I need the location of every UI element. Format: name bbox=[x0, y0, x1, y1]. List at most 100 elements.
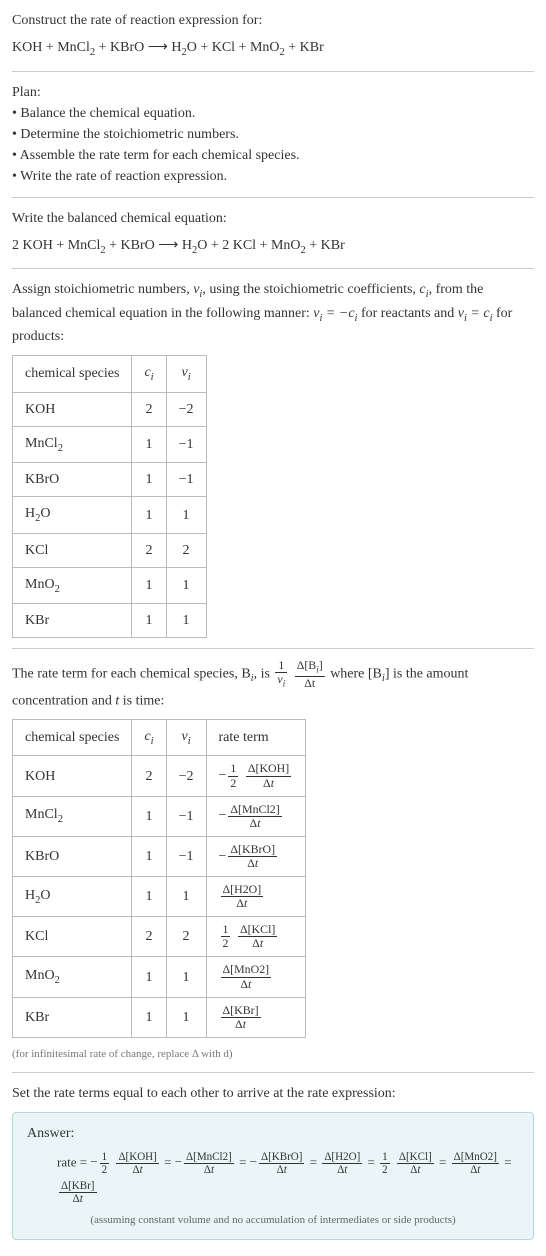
table-row: H2O11 bbox=[13, 497, 207, 534]
table-row: MnCl21−1 bbox=[13, 426, 207, 463]
answer-label: Answer: bbox=[27, 1123, 519, 1144]
eq-part: + KBr bbox=[306, 238, 345, 253]
sub-i: i bbox=[283, 679, 285, 689]
table-row: KBr11Δ[KBr]Δt bbox=[13, 997, 306, 1037]
col-c: ci bbox=[132, 356, 166, 393]
cell-nu: −1 bbox=[166, 836, 206, 876]
cell-c: 2 bbox=[132, 533, 166, 567]
sub-i: i bbox=[151, 736, 154, 747]
table-row: KOH2−2−12 Δ[KOH]Δt bbox=[13, 756, 306, 796]
table-row: MnO211 bbox=[13, 567, 207, 604]
table-row: KBrO1−1 bbox=[13, 463, 207, 497]
col-c: ci bbox=[132, 719, 166, 756]
divider bbox=[12, 197, 534, 198]
eq-part: + KBrO ⟶ H bbox=[106, 238, 192, 253]
plan-section: Plan: Balance the chemical equation. Det… bbox=[12, 82, 534, 187]
sub-i: i bbox=[188, 372, 191, 383]
cell-rate: 12 Δ[KCl]Δt bbox=[206, 917, 306, 957]
cell-c: 1 bbox=[132, 957, 166, 997]
cell-c: 1 bbox=[132, 463, 166, 497]
divider bbox=[12, 1072, 534, 1073]
cell-nu: 2 bbox=[166, 917, 206, 957]
cell-species: KOH bbox=[13, 756, 132, 796]
txt: is time: bbox=[119, 693, 164, 708]
cell-c: 1 bbox=[132, 796, 166, 836]
cell-nu: −1 bbox=[166, 796, 206, 836]
table-row: MnCl21−1−Δ[MnCl2]Δt bbox=[13, 796, 306, 836]
num: 1 bbox=[275, 659, 287, 673]
cell-rate: Δ[H2O]Δt bbox=[206, 877, 306, 917]
rel1: νi = −ci bbox=[313, 306, 357, 321]
cell-nu: 1 bbox=[166, 957, 206, 997]
cell-rate: Δ[KBr]Δt bbox=[206, 997, 306, 1037]
table-row: H2O11Δ[H2O]Δt bbox=[13, 877, 306, 917]
intro-equation: KOH + MnCl2 + KBrO ⟶ H2O + KCl + MnO2 + … bbox=[12, 37, 534, 61]
table-row: MnO211Δ[MnO2]Δt bbox=[13, 957, 306, 997]
table-header-row: chemical species ci νi rate term bbox=[13, 719, 306, 756]
final-heading: Set the rate terms equal to each other t… bbox=[12, 1083, 534, 1104]
den: νi bbox=[275, 673, 287, 689]
cell-nu: −1 bbox=[166, 426, 206, 463]
cell-nu: −1 bbox=[166, 463, 206, 497]
cell-species: KBr bbox=[13, 604, 132, 638]
sym: = −c bbox=[322, 306, 354, 321]
col-species: chemical species bbox=[13, 719, 132, 756]
txt: , is bbox=[254, 667, 274, 682]
txt: for reactants and bbox=[357, 306, 457, 321]
final-section: Set the rate terms equal to each other t… bbox=[12, 1083, 534, 1239]
cell-species: MnO2 bbox=[13, 957, 132, 997]
txt: where [B bbox=[330, 667, 382, 682]
cell-species: KBrO bbox=[13, 836, 132, 876]
num: Δ[Bi] bbox=[295, 659, 325, 676]
col-species: chemical species bbox=[13, 356, 132, 393]
cell-species: KCl bbox=[13, 533, 132, 567]
den: Δt bbox=[295, 677, 325, 690]
sym: = c bbox=[467, 306, 490, 321]
table-row: KCl22 bbox=[13, 533, 207, 567]
txt: ] bbox=[319, 658, 323, 672]
cell-nu: 1 bbox=[166, 497, 206, 534]
cell-nu: −2 bbox=[166, 756, 206, 796]
c-i: ci bbox=[419, 282, 428, 297]
frac-1-over-nu: 1νi bbox=[275, 659, 287, 689]
frac-dB-dt: Δ[Bi]Δt bbox=[295, 659, 325, 689]
cell-c: 1 bbox=[132, 497, 166, 534]
balanced-heading: Write the balanced chemical equation: bbox=[12, 208, 534, 229]
txt: , using the stoichiometric coefficients, bbox=[202, 282, 419, 297]
cell-nu: 1 bbox=[166, 997, 206, 1037]
cell-species: MnCl2 bbox=[13, 796, 132, 836]
table-row: KCl2212 Δ[KCl]Δt bbox=[13, 917, 306, 957]
cell-nu: 1 bbox=[166, 877, 206, 917]
col-nu: νi bbox=[166, 356, 206, 393]
table-row: KOH2−2 bbox=[13, 392, 207, 426]
rateterm-section: The rate term for each chemical species,… bbox=[12, 659, 534, 1062]
table-row: KBr11 bbox=[13, 604, 207, 638]
cell-species: KCl bbox=[13, 917, 132, 957]
cell-c: 2 bbox=[132, 392, 166, 426]
eq-part: + KBrO ⟶ H bbox=[95, 40, 181, 55]
divider bbox=[12, 268, 534, 269]
rateterm-text: The rate term for each chemical species,… bbox=[12, 659, 534, 711]
eq-part: 2 KOH + MnCl bbox=[12, 238, 100, 253]
cell-c: 1 bbox=[132, 997, 166, 1037]
cell-c: 1 bbox=[132, 604, 166, 638]
txt: The rate term for each chemical species,… bbox=[12, 667, 251, 682]
cell-species: KBrO bbox=[13, 463, 132, 497]
divider bbox=[12, 648, 534, 649]
col-rate: rate term bbox=[206, 719, 306, 756]
cell-c: 1 bbox=[132, 567, 166, 604]
cell-nu: 2 bbox=[166, 533, 206, 567]
cell-species: KOH bbox=[13, 392, 132, 426]
txt: Assign stoichiometric numbers, bbox=[12, 282, 193, 297]
stoich-text: Assign stoichiometric numbers, νi, using… bbox=[12, 279, 534, 347]
rate-expression: rate = −12 Δ[KOH]Δt = −Δ[MnCl2]Δt = −Δ[K… bbox=[27, 1148, 519, 1206]
divider bbox=[12, 71, 534, 72]
stoich-section: Assign stoichiometric numbers, νi , using… bbox=[12, 279, 534, 638]
cell-rate: −Δ[MnCl2]Δt bbox=[206, 796, 306, 836]
cell-c: 1 bbox=[132, 877, 166, 917]
eq-part: + KBr bbox=[285, 40, 324, 55]
rateterm-footnote: (for infinitesimal rate of change, repla… bbox=[12, 1046, 534, 1063]
eq-part: O + KCl + MnO bbox=[187, 40, 280, 55]
balanced-section: Write the balanced chemical equation: 2 … bbox=[12, 208, 534, 259]
plan-item: Write the rate of reaction expression. bbox=[12, 166, 534, 187]
